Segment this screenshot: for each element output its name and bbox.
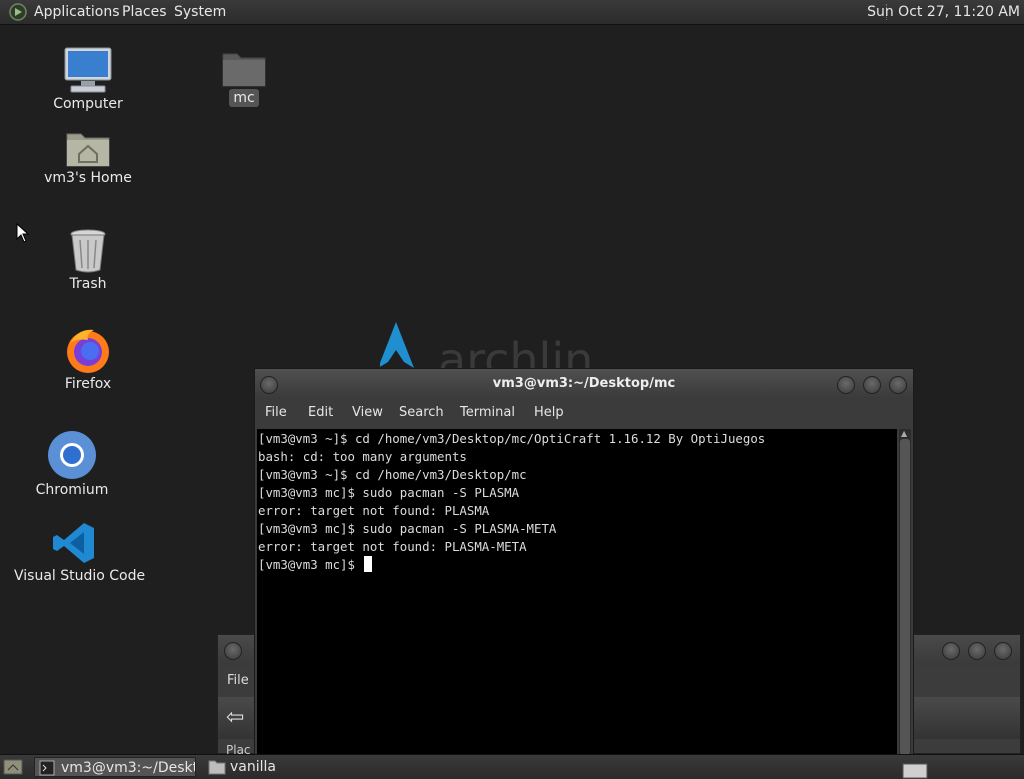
desktop-icon-trash[interactable]: Trash xyxy=(44,228,132,292)
terminal-prompt: [vm3@vm3 mc]$ xyxy=(258,557,363,572)
menu-view[interactable]: View xyxy=(352,399,383,427)
terminal-icon xyxy=(39,760,55,776)
desktop-icon-label: Chromium xyxy=(35,482,109,498)
menu-terminal[interactable]: Terminal xyxy=(460,399,515,427)
menu-file[interactable]: File xyxy=(265,399,287,427)
desktop-icon-label: vm3's Home xyxy=(44,170,132,186)
text-cursor xyxy=(364,556,373,572)
terminal-menubar: File Edit View Search Terminal Help xyxy=(255,399,913,427)
workspace-switcher-icon[interactable] xyxy=(902,763,928,779)
back-arrow-icon[interactable]: ⇦ xyxy=(226,705,244,730)
maximize-icon[interactable] xyxy=(863,376,881,394)
firefox-icon xyxy=(67,329,109,373)
home-folder-icon xyxy=(66,133,110,167)
terminal-line: error: target not found: PLASMA-META xyxy=(258,539,527,554)
desktop-icon-label: Visual Studio Code xyxy=(14,568,146,584)
show-desktop-icon[interactable] xyxy=(3,758,23,776)
window-menu-icon[interactable] xyxy=(260,376,278,394)
taskbar-item-terminal[interactable]: vm3@vm3:~/Deskt... xyxy=(34,757,196,777)
mouse-pointer-icon xyxy=(16,223,30,243)
terminal-line: bash: cd: too many arguments xyxy=(258,449,467,464)
taskbar-item-label: vanilla xyxy=(230,759,276,775)
terminal-scrollbar[interactable]: ▲ xyxy=(899,429,911,755)
maximize-icon[interactable] xyxy=(968,642,986,660)
chromium-icon xyxy=(48,431,96,479)
terminal-output[interactable]: [vm3@vm3 ~]$ cd /home/vm3/Desktop/mc/Opt… xyxy=(257,429,897,755)
minimize-icon[interactable] xyxy=(837,376,855,394)
desktop-icon-label: Trash xyxy=(69,276,107,292)
taskbar-item-vanilla[interactable]: vanilla xyxy=(204,757,324,777)
applications-icon[interactable] xyxy=(9,3,27,21)
taskbar-item-label: vm3@vm3:~/Deskt... xyxy=(61,760,195,776)
menu-help[interactable]: Help xyxy=(534,399,564,427)
folder-icon xyxy=(208,760,226,775)
desktop-icon-label: mc xyxy=(229,89,259,107)
close-icon[interactable] xyxy=(889,376,907,394)
menu-search[interactable]: Search xyxy=(399,399,444,427)
system-menu[interactable]: System xyxy=(174,0,226,24)
bottom-panel: vm3@vm3:~/Deskt... vanilla xyxy=(0,754,1024,779)
vscode-icon xyxy=(53,523,94,563)
terminal-line: [vm3@vm3 ~]$ cd /home/vm3/Desktop/mc/Opt… xyxy=(258,431,766,446)
file-menu[interactable]: File xyxy=(227,673,249,688)
clock[interactable]: Sun Oct 27, 11:20 AM xyxy=(867,0,1020,24)
desktop-icon-vscode[interactable]: Visual Studio Code xyxy=(14,520,146,584)
computer-icon xyxy=(64,47,112,93)
terminal-line: [vm3@vm3 mc]$ sudo pacman -S PLASMA-META xyxy=(258,521,557,536)
terminal-window[interactable]: vm3@vm3:~/Desktop/mc File Edit View Sear… xyxy=(254,368,914,756)
places-menu[interactable]: Places xyxy=(122,0,167,24)
desktop-icon-computer[interactable]: Computer xyxy=(44,46,132,112)
svg-text:archlin: archlin xyxy=(438,333,593,370)
menu-edit[interactable]: Edit xyxy=(308,399,333,427)
applications-menu[interactable]: Applications xyxy=(34,0,120,24)
terminal-line: error: target not found: PLASMA xyxy=(258,503,490,518)
scrollbar-thumb[interactable] xyxy=(900,439,910,755)
arch-logo: archlin xyxy=(380,322,593,370)
desktop-icon-label: Firefox xyxy=(64,376,112,392)
terminal-prompt-line[interactable]: [vm3@vm3 mc]$ xyxy=(258,556,897,574)
terminal-line: [vm3@vm3 ~]$ cd /home/vm3/Desktop/mc xyxy=(258,467,527,482)
close-icon[interactable] xyxy=(994,642,1012,660)
folder-icon xyxy=(222,53,266,87)
trash-icon xyxy=(70,229,106,273)
desktop-icon-mc[interactable]: mc xyxy=(218,50,270,107)
desktop-icon-firefox[interactable]: Firefox xyxy=(44,326,132,392)
minimize-icon[interactable] xyxy=(942,642,960,660)
window-menu-icon[interactable] xyxy=(224,642,242,660)
desktop-icon-home[interactable]: vm3's Home xyxy=(40,128,136,186)
terminal-line: [vm3@vm3 mc]$ sudo pacman -S PLASMA xyxy=(258,485,520,500)
desktop-icon-chromium[interactable]: Chromium xyxy=(28,430,116,498)
desktop-icon-label: Computer xyxy=(53,96,123,112)
terminal-titlebar[interactable]: vm3@vm3:~/Desktop/mc xyxy=(255,369,913,399)
scroll-up-icon[interactable]: ▲ xyxy=(901,429,907,438)
top-panel: Applications Places System Sun Oct 27, 1… xyxy=(0,0,1024,25)
